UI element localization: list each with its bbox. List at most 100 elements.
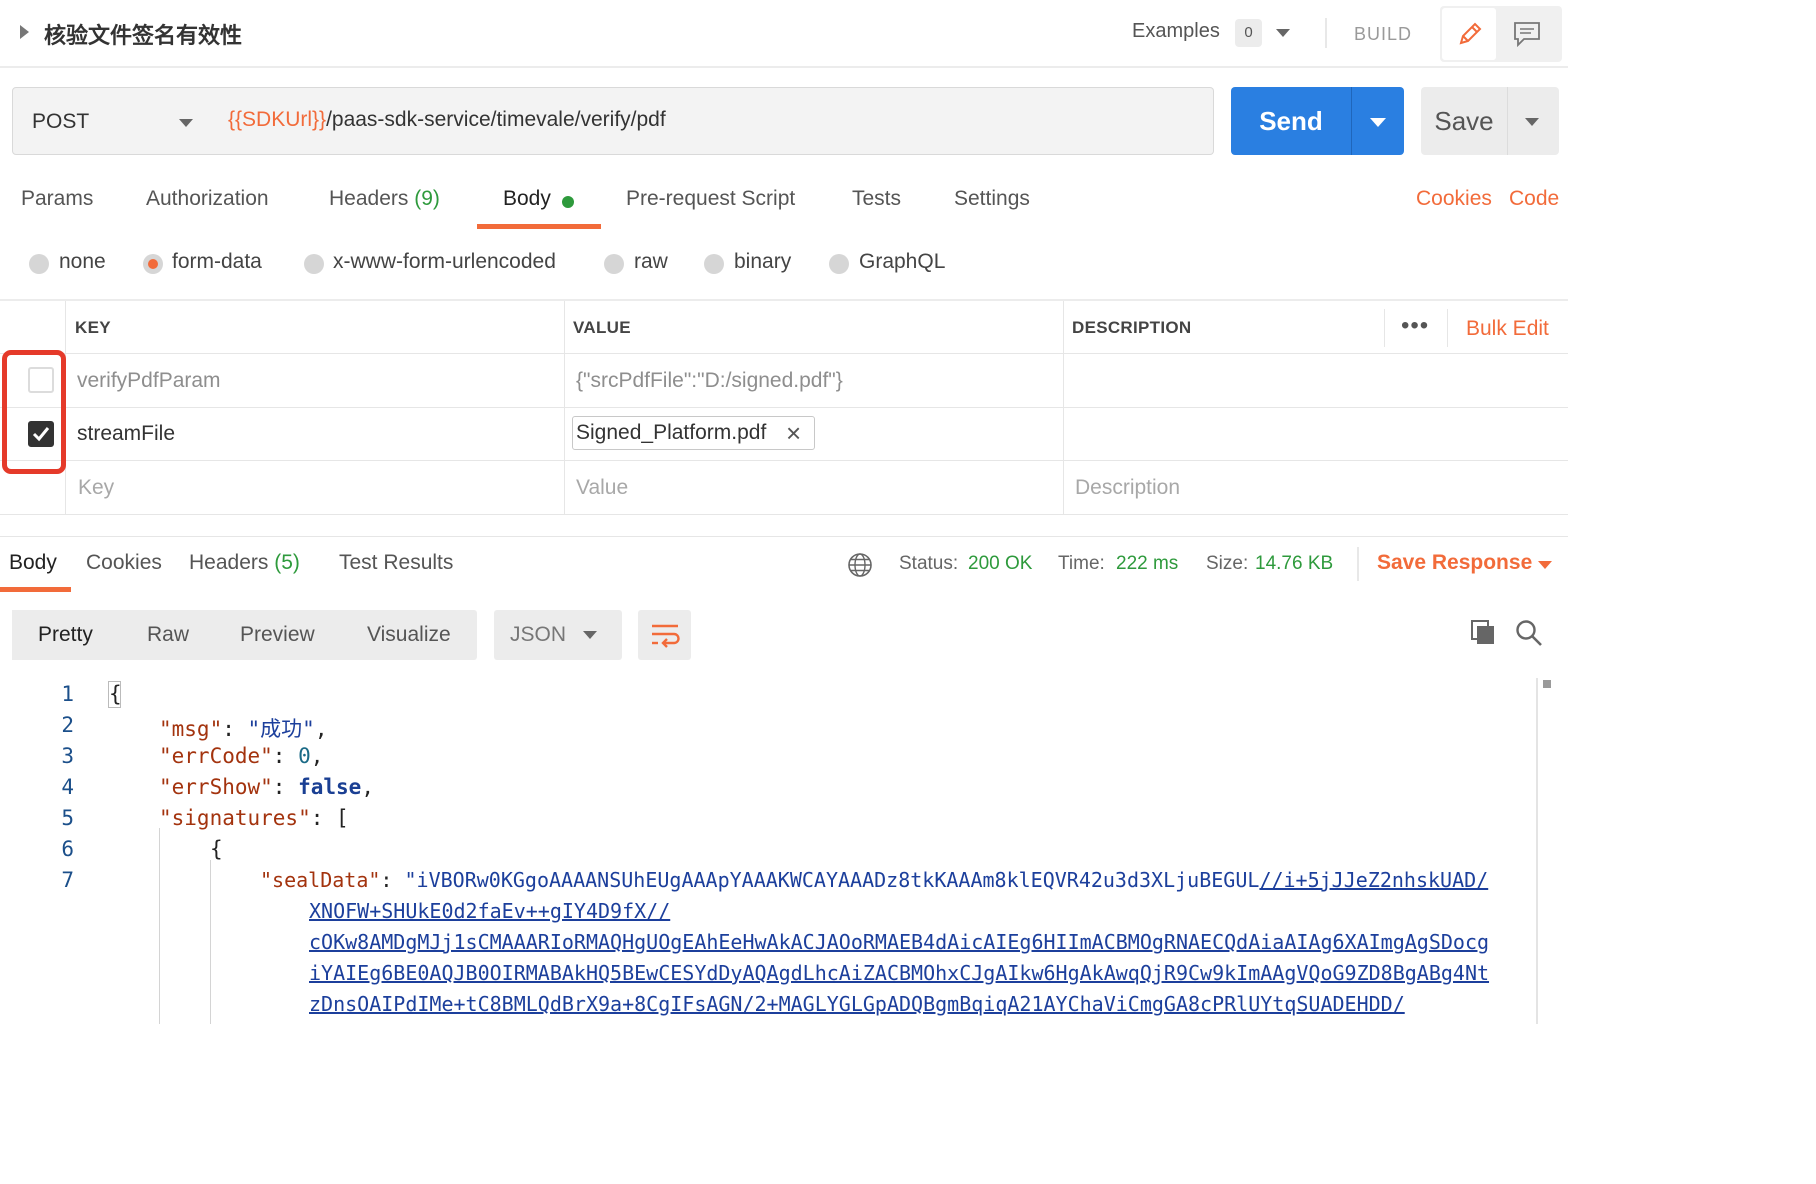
view-pretty-label: Pretty: [38, 623, 93, 646]
param-value[interactable]: {"srcPdfFile":"D:/signed.pdf"}: [576, 369, 843, 393]
param-key[interactable]: streamFile: [77, 422, 175, 446]
save-button[interactable]: Save: [1421, 87, 1507, 155]
file-chip[interactable]: Signed_Platform.pdf ×: [572, 416, 815, 450]
request-title[interactable]: 核验文件签名有效性: [44, 18, 242, 50]
code-token: {: [210, 837, 223, 861]
status-divider: [1357, 547, 1359, 581]
url-variable: {{SDKUrl}}: [228, 108, 327, 131]
headers-count: (9): [414, 187, 440, 210]
wrap-lines-button[interactable]: [638, 610, 691, 660]
examples-dropdown-icon[interactable]: [1276, 29, 1290, 37]
new-description-input[interactable]: Description: [1075, 476, 1180, 500]
new-value-input[interactable]: Value: [576, 476, 628, 500]
radio-label: raw: [634, 250, 668, 273]
more-options-icon[interactable]: •••: [1401, 314, 1429, 338]
line-number: 1: [61, 682, 74, 706]
chevron-down-icon: [583, 631, 597, 639]
code-string: "成功": [247, 717, 315, 741]
url-path: /paas-sdk-service/timevale/verify/pdf: [326, 108, 666, 131]
search-icon[interactable]: [1514, 618, 1544, 648]
send-options-button[interactable]: [1351, 87, 1404, 155]
save-response-button[interactable]: Save Response: [1377, 551, 1532, 575]
indent-guide: [210, 860, 211, 1024]
bulk-edit-link[interactable]: Bulk Edit: [1466, 317, 1549, 341]
column-divider: [1447, 309, 1448, 347]
tab-prerequest-script[interactable]: Pre-request Script: [626, 187, 795, 211]
comments-mode-button[interactable]: [1500, 8, 1556, 60]
code-link[interactable]: Code: [1509, 187, 1559, 211]
radio-button-selected[interactable]: [143, 254, 163, 274]
size-value: 14.76 KB: [1255, 553, 1334, 574]
response-tab-headers[interactable]: Headers (5): [189, 551, 300, 575]
view-visualize-button[interactable]: Visualize: [367, 623, 451, 647]
radio-button[interactable]: [829, 254, 849, 274]
tab-tests[interactable]: Tests: [852, 187, 901, 211]
edit-mode-button[interactable]: [1442, 8, 1496, 60]
view-raw-button[interactable]: Raw: [147, 623, 189, 647]
code-key: "signatures": [159, 806, 311, 830]
code-line: "msg": "成功",: [159, 717, 328, 741]
tab-params[interactable]: Params: [21, 187, 93, 211]
send-button[interactable]: Send: [1231, 87, 1351, 155]
collapse-caret-icon[interactable]: [20, 25, 29, 39]
code-line: {: [109, 682, 122, 706]
view-pretty-button[interactable]: Pretty: [12, 610, 122, 660]
request-title-bar: 核验文件签名有效性 Examples 0 BUILD: [0, 0, 1568, 68]
url-input[interactable]: {{SDKUrl}}/paas-sdk-service/timevale/ver…: [211, 87, 1214, 155]
response-tab-test-results[interactable]: Test Results: [339, 551, 453, 575]
line-number: 4: [61, 775, 74, 799]
radio-button[interactable]: [704, 254, 724, 274]
code-link[interactable]: cOKw8AMDgMJj1sCMAAARIoRMAQHgUOgEAhEeHwAk…: [309, 930, 1489, 954]
code-line: "errCode": 0,: [159, 744, 324, 768]
body-active-dot: [562, 196, 574, 208]
build-mode-label: BUILD: [1354, 24, 1413, 44]
chevron-down-icon: [1525, 118, 1539, 126]
radio-button[interactable]: [604, 254, 624, 274]
examples-button[interactable]: Examples: [1132, 20, 1220, 43]
column-divider: [564, 301, 565, 515]
tab-headers[interactable]: Headers (9): [329, 187, 440, 211]
tab-body[interactable]: Body: [503, 187, 551, 211]
chevron-down-icon: [179, 119, 193, 127]
cookies-link[interactable]: Cookies: [1416, 187, 1492, 211]
new-key-input[interactable]: Key: [78, 476, 114, 500]
code-key: "sealData": [260, 868, 381, 892]
save-options-button[interactable]: [1507, 87, 1559, 155]
scrollbar-track[interactable]: [1536, 678, 1538, 1024]
code-line: {: [210, 837, 223, 861]
chevron-down-icon[interactable]: [1538, 561, 1552, 569]
code-line: "errShow": false,: [159, 775, 374, 799]
response-tab-cookies[interactable]: Cookies: [86, 551, 162, 575]
format-select[interactable]: JSON: [494, 610, 622, 660]
form-data-table: KEY VALUE DESCRIPTION ••• Bulk Edit veri…: [0, 299, 1568, 515]
column-divider: [1384, 309, 1385, 347]
code-key: "errShow": [159, 775, 273, 799]
globe-icon[interactable]: [847, 552, 873, 578]
code-link[interactable]: zDnsOAIPdIMe+tC8BMLQdBrX9a+8CgIFsAGN/2+M…: [309, 992, 1405, 1016]
copy-icon[interactable]: [1469, 618, 1497, 646]
param-key[interactable]: verifyPdfParam: [77, 369, 221, 393]
chevron-down-icon: [1370, 118, 1386, 127]
code-line: "sealData": "iVBORw0KGgoAAAANSUhEUgAAApY…: [260, 868, 1489, 892]
response-body-code[interactable]: 1 2 3 4 5 6 7 { "msg": "成功", "errCode": …: [0, 676, 1540, 1024]
scrollbar-thumb[interactable]: [1543, 680, 1551, 688]
radio-button[interactable]: [29, 254, 49, 274]
response-tab-body[interactable]: Body: [9, 551, 57, 575]
table-divider: [0, 514, 1568, 515]
time-value: 222 ms: [1116, 553, 1179, 574]
tab-authorization[interactable]: Authorization: [146, 187, 269, 211]
code-link[interactable]: iYAIEg6BE0AQJB0OIRMABAkHQ5BEwCESYdDyAQAg…: [309, 961, 1489, 985]
code-key: "errCode": [159, 744, 273, 768]
indent-guide: [159, 828, 160, 1024]
wrap-lines-icon: [652, 624, 680, 648]
title-divider: [1325, 18, 1327, 48]
code-link[interactable]: //i+5jJJeZ2nhskUAD/: [1259, 868, 1488, 892]
code-link[interactable]: XNOFW+SHUkE0d2faEv++gIY4D9fX//: [309, 899, 670, 923]
close-icon[interactable]: ×: [786, 418, 801, 448]
view-preview-button[interactable]: Preview: [240, 623, 315, 647]
tab-settings[interactable]: Settings: [954, 187, 1030, 211]
size-label: Size:: [1206, 553, 1249, 574]
radio-button[interactable]: [304, 254, 324, 274]
time-label: Time:: [1058, 553, 1105, 574]
method-select[interactable]: POST: [12, 87, 212, 155]
